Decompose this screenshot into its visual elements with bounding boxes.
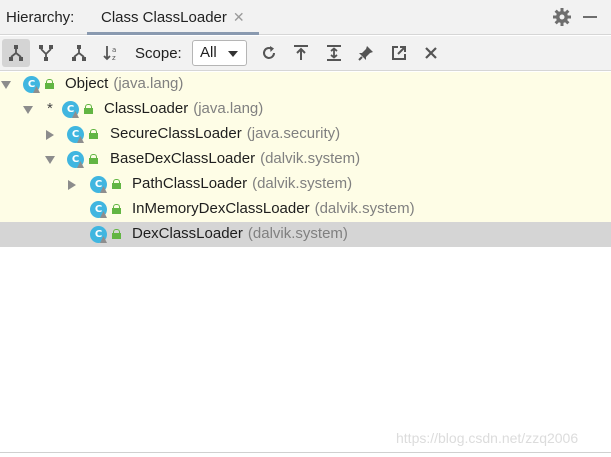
class-icon: C (90, 176, 107, 193)
lock-icon (89, 129, 98, 139)
export-button[interactable] (287, 39, 315, 67)
class-icon: C (62, 101, 79, 118)
close-button[interactable] (417, 39, 445, 67)
lock-icon (112, 204, 121, 214)
subtypes-hierarchy-button[interactable] (65, 39, 93, 67)
tree-row-pathclassloader[interactable]: C PathClassLoader (dalvik.system) (0, 172, 611, 197)
tree-row-dexclassloader[interactable]: C DexClassLoader (dalvik.system) (0, 222, 611, 247)
tree-row-label: BaseDexClassLoader (dalvik.system) (110, 150, 361, 167)
collapsed-arrow-icon[interactable] (46, 130, 54, 140)
expand-arrow-icon[interactable] (1, 81, 11, 89)
pin-button[interactable] (352, 39, 380, 67)
bottom-divider (0, 452, 611, 453)
scope-label: Scope: (135, 45, 182, 62)
expand-arrow-icon[interactable] (23, 106, 33, 114)
hierarchy-label: Hierarchy: (6, 9, 75, 26)
tree-row-label: PathClassLoader (dalvik.system) (132, 175, 353, 192)
tree-row-label: SecureClassLoader (java.security) (110, 125, 341, 142)
tree-row-basedexclassloader[interactable]: C BaseDexClassLoader (dalvik.system) (0, 147, 611, 172)
close-icon (425, 47, 437, 59)
sort-alphabetically-button[interactable]: a z (98, 39, 126, 67)
minimize-icon[interactable] (583, 16, 597, 18)
watermark: https://blog.csdn.net/zzq2006 (396, 430, 579, 446)
supertypes-hierarchy-icon (39, 45, 53, 61)
scope-dropdown[interactable]: All (192, 40, 247, 66)
sort-alphabetically-icon: a z (103, 46, 116, 62)
tab-class-classloader[interactable]: Class ClassLoader ✕ (87, 0, 259, 35)
open-in-new-window-icon (392, 46, 406, 60)
export-icon (294, 45, 308, 60)
class-icon: C (23, 76, 40, 93)
chevron-down-icon (228, 51, 238, 57)
class-icon: C (67, 151, 84, 168)
tab-title: Class ClassLoader (101, 9, 227, 26)
tree-row-inmemorydexclassloader[interactable]: C InMemoryDexClassLoader (dalvik.system) (0, 197, 611, 222)
svg-text:z: z (112, 54, 116, 62)
tree-row-secureclassloader[interactable]: C SecureClassLoader (java.security) (0, 122, 611, 147)
refresh-button[interactable] (255, 39, 283, 67)
collapsed-arrow-icon[interactable] (68, 180, 76, 190)
class-icon: C (90, 201, 107, 218)
lock-icon (112, 229, 121, 239)
lock-icon (84, 104, 93, 114)
hierarchy-header: Hierarchy: Class ClassLoader ✕ (0, 0, 611, 35)
tree-row-label: ClassLoader (java.lang) (104, 100, 264, 117)
tree-row-object[interactable]: C Object (java.lang) (0, 72, 611, 97)
hierarchy-tree: C Object (java.lang) * C ClassLoader (java… (0, 72, 611, 247)
type-hierarchy-button[interactable] (2, 39, 30, 67)
lock-icon (89, 154, 98, 164)
scope-value: All (200, 44, 217, 61)
gear-icon[interactable] (552, 7, 572, 27)
supertypes-hierarchy-button[interactable] (32, 39, 60, 67)
tree-row-label: DexClassLoader (dalvik.system) (132, 225, 348, 242)
pin-icon (358, 46, 373, 61)
tree-row-classloader[interactable]: * C ClassLoader (java.lang) (0, 97, 611, 122)
svg-text:a: a (112, 46, 116, 54)
subtypes-hierarchy-icon (72, 45, 86, 61)
tree-row-label: Object (java.lang) (65, 75, 184, 92)
tree-row-label: InMemoryDexClassLoader (dalvik.system) (132, 200, 415, 217)
open-in-new-window-button[interactable] (385, 39, 413, 67)
class-icon: C (67, 126, 84, 143)
tab-close-icon[interactable]: ✕ (233, 9, 245, 25)
expand-all-icon (327, 45, 341, 61)
hierarchy-toolbar: a z Scope: All (0, 36, 611, 71)
asterisk-marker: * (47, 100, 53, 117)
lock-icon (112, 179, 121, 189)
expand-arrow-icon[interactable] (45, 156, 55, 164)
class-icon: C (90, 226, 107, 243)
expand-all-button[interactable] (320, 39, 348, 67)
type-hierarchy-icon (9, 45, 23, 61)
refresh-icon (263, 46, 275, 59)
lock-icon (45, 79, 54, 89)
